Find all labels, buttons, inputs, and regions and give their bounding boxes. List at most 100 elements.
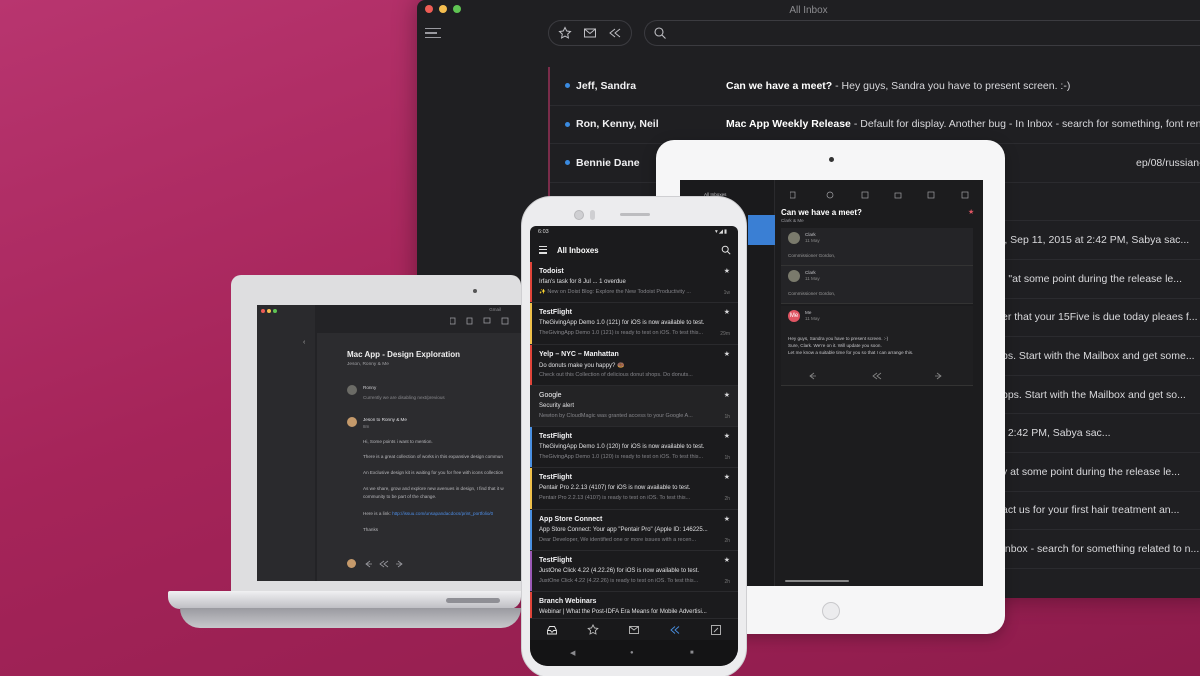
message-subject: Do donuts make you happy? 🍩: [539, 362, 625, 369]
message-time: 2h: [724, 537, 730, 544]
list-item[interactable]: Todoist Irfan's task for 8 Jul ... 1 ove…: [530, 262, 738, 304]
home-indicator: [785, 580, 849, 582]
tablet-home-button[interactable]: [822, 602, 840, 620]
message-preview: Dear Developer, We identified one or mor…: [539, 536, 697, 543]
body-link[interactable]: http://issuu.com/unsapandacdocs/print_po…: [392, 511, 493, 516]
message-preview: TheGivingApp Demo 1.0 (120) is ready to …: [539, 454, 704, 461]
star-icon[interactable]: [587, 624, 599, 636]
tablet-message-card[interactable]: Clark 11 May Commissioner Gordon,: [781, 266, 973, 304]
message-preview: - "at some point during the release le..…: [1002, 272, 1182, 285]
star-icon[interactable]: ★: [724, 391, 730, 399]
tablet-camera: [829, 157, 834, 162]
compose-icon[interactable]: [710, 624, 722, 636]
status-icons: ▾◢▮: [714, 229, 728, 235]
list-item[interactable]: App Store Connect App Store Connect: You…: [530, 509, 738, 552]
message-preview: Pentair Pro 2.2.13 (4107) is ready to te…: [539, 495, 691, 502]
message-preview: Check out this Collection of delicious d…: [539, 371, 693, 378]
window-title: All Inbox: [789, 5, 828, 16]
inbox-icon[interactable]: [546, 624, 558, 636]
home-icon[interactable]: ●: [630, 650, 634, 656]
laptop-screen: Gmail ‹ Mac App - Design Exploration Jes…: [257, 305, 521, 581]
avatar: [788, 270, 800, 282]
star-icon[interactable]: ★: [724, 556, 730, 564]
list-item[interactable]: Google Security alert Newton by CloudMag…: [530, 385, 738, 428]
avatar: [788, 232, 800, 244]
phone-header-title: All Inboxes: [557, 246, 599, 255]
laptop-opening-notch: [446, 598, 500, 603]
star-icon[interactable]: ★: [968, 208, 974, 216]
body-line: An Exclusive design kit is waiting for y…: [363, 470, 504, 475]
tablet-message-card[interactable]: Clark 11 May Commissioner Gordon,: [781, 228, 973, 266]
message-row[interactable]: Ron, Kenny, Neil Mac App Weekly Release …: [550, 106, 1200, 145]
message-subject-preview: Can we have a meet? - Hey guys, Sandra y…: [726, 79, 1071, 92]
message-subject: Webinar | What the Post-IDFA Era Means f…: [539, 609, 707, 616]
body-line: community to be part of the change.: [363, 494, 437, 499]
star-icon[interactable]: ★: [724, 308, 730, 316]
message-time: 1w: [723, 290, 730, 296]
mail-icon[interactable]: [628, 624, 640, 636]
reply-all-icon[interactable]: [608, 26, 622, 40]
search-icon[interactable]: [721, 245, 731, 255]
message-preview: act us for your first hair treatment an.…: [1002, 504, 1180, 517]
android-system-nav: ◀ ● ■: [530, 640, 738, 666]
laptop-sidebar: [257, 305, 315, 581]
search-input[interactable]: [644, 20, 1200, 46]
label-color-bar: [530, 303, 532, 344]
message-subject: Security alert: [539, 402, 575, 409]
tablet-thread-participants: Clark & Me: [781, 218, 804, 223]
unread-dot: [565, 83, 570, 89]
message-subject: TheGivingApp Demo 1.0 (121) for iOS is n…: [539, 320, 705, 327]
star-icon[interactable]: ★: [724, 473, 730, 481]
message-preview: ps. Start with the Mailbox and get some.…: [1002, 349, 1195, 362]
body-line: Hi, Some points i want to mention.: [363, 439, 433, 444]
message-sender: Ron, Kenny, Neil: [576, 118, 659, 131]
reply-actions[interactable]: [809, 372, 949, 380]
laptop-base-under: [180, 608, 521, 628]
star-icon[interactable]: ★: [724, 432, 730, 440]
list-item[interactable]: TestFlight Pentair Pro 2.2.13 (4107) for…: [530, 468, 738, 510]
avatar: [347, 417, 357, 427]
message-preview: Currently we are disabling next/previous: [363, 395, 445, 400]
star-icon[interactable]: ★: [724, 267, 730, 275]
list-item[interactable]: TestFlight TheGivingApp Demo 1.0 (121) f…: [530, 303, 738, 345]
mail-icon[interactable]: [583, 26, 597, 40]
message-sender: Jeff, Sandra: [576, 79, 637, 92]
message-preview: pps. Start with the Mailbox and get so..…: [1002, 388, 1186, 401]
reply-actions[interactable]: [365, 560, 405, 568]
message-preview: Commissioner Gordon,: [788, 291, 836, 296]
star-icon[interactable]: [558, 26, 572, 40]
window-titlebar: All Inbox: [417, 0, 1200, 20]
recents-icon[interactable]: ■: [690, 650, 694, 656]
list-item[interactable]: Yelp – NYC – Manhattan Do donuts make yo…: [530, 344, 738, 386]
body-line: There is a great collection of works in …: [363, 454, 503, 459]
message-subject: TheGivingApp Demo 1.0 (120) for iOS is n…: [539, 444, 705, 451]
hamburger-menu-icon[interactable]: [425, 28, 441, 38]
star-icon[interactable]: ★: [724, 350, 730, 358]
message-sender: Jeson to Ronny & Me: [363, 417, 407, 422]
list-item[interactable]: TestFlight JustOne Click 4.22 (4.22.26) …: [530, 551, 738, 593]
message-preview: i, Sep 11, 2015 at 2:42 PM, Sabya sac...: [1002, 234, 1190, 247]
message-sender: Me: [805, 310, 812, 315]
message-sender: TestFlight: [539, 557, 572, 565]
message-sender: Bennie Dane: [576, 156, 640, 169]
list-item[interactable]: TestFlight TheGivingApp Demo 1.0 (120) f…: [530, 427, 738, 469]
thread-participants: Jeson, Ronny & Me: [347, 362, 389, 367]
message-time: 29m: [720, 331, 730, 338]
tablet-toolbar-icons[interactable]: [790, 191, 980, 199]
thread-title: Mac App - Design Exploration: [347, 350, 461, 359]
message-time: 1h: [724, 455, 730, 462]
laptop-toolbar-icons[interactable]: [450, 317, 510, 325]
message-row[interactable]: Jeff, Sandra Can we have a meet? - Hey g…: [550, 67, 1200, 106]
reply-all-icon[interactable]: [669, 624, 681, 636]
menu-icon[interactable]: [539, 246, 547, 254]
selected-message-highlight: [748, 215, 775, 245]
star-icon[interactable]: ★: [724, 515, 730, 523]
back-icon[interactable]: ◀: [570, 649, 575, 657]
message-preview: TheGivingApp Demo 1.0 (121) is ready to …: [539, 330, 704, 337]
message-date: 8m: [363, 424, 370, 429]
collapse-chevron-icon[interactable]: ‹: [303, 339, 305, 346]
message-time: 2h: [724, 496, 730, 503]
message-sender: TestFlight: [539, 474, 572, 482]
message-preview: JustOne Click 4.22 (4.22.26) is ready to…: [539, 578, 699, 585]
phone-camera: [574, 210, 584, 220]
